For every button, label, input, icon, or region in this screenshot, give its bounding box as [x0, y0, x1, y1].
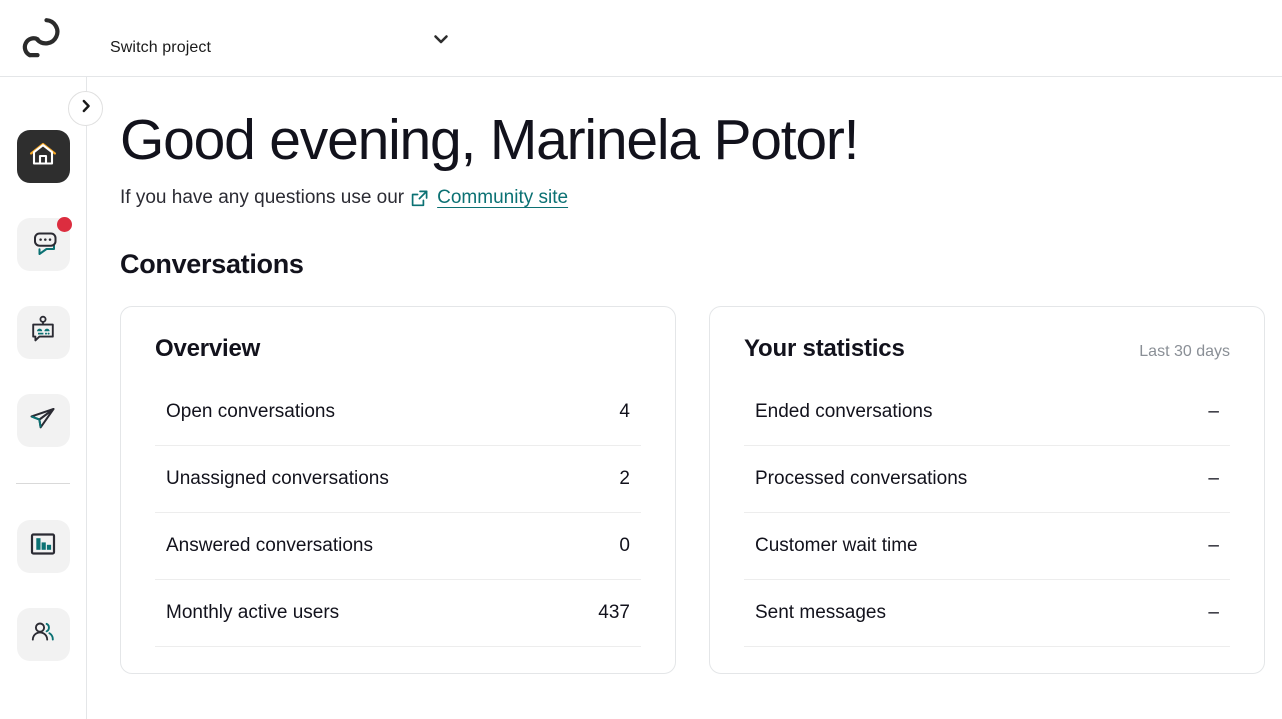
sidebar-divider: [16, 483, 70, 484]
stat-value: 437: [598, 602, 630, 624]
paper-plane-icon: [26, 401, 60, 440]
stat-label: Customer wait time: [755, 535, 918, 557]
stat-value: 4: [619, 401, 630, 423]
sidebar-item-chatbot[interactable]: [16, 306, 70, 359]
table-row: Answered conversations 0: [155, 513, 641, 581]
stat-value: –: [1208, 602, 1219, 624]
home-icon: [27, 138, 59, 175]
stat-label: Unassigned conversations: [166, 468, 389, 490]
stat-value: 0: [619, 535, 630, 557]
unread-badge: [56, 217, 72, 232]
help-line: If you have any questions use our Commun…: [120, 187, 1282, 209]
stats-cards: Overview Open conversations 4 Unassigned…: [120, 306, 1282, 675]
bar-chart-icon: [28, 529, 58, 564]
statistics-card: Your statistics Last 30 days Ended conve…: [709, 306, 1265, 675]
sidebar-item-messages[interactable]: [16, 217, 72, 271]
statistics-card-subtitle: Last 30 days: [1139, 343, 1230, 361]
overview-card-header: Overview: [155, 335, 641, 363]
statistics-card-title: Your statistics: [744, 335, 905, 363]
chatbot-icon: [27, 314, 59, 351]
stat-label: Ended conversations: [755, 401, 933, 423]
chevron-down-icon: [431, 23, 451, 54]
project-switcher-label: Switch project: [110, 39, 211, 56]
help-line-text: If you have any questions use our: [120, 187, 405, 209]
sidebar-item-analytics[interactable]: [16, 520, 70, 573]
sidebar-collapse-toggle[interactable]: [68, 91, 103, 126]
stat-label: Sent messages: [755, 602, 886, 624]
sidebar-item-campaigns[interactable]: [16, 394, 70, 447]
main-content: Good evening, Marinela Potor! If you hav…: [87, 77, 1282, 719]
table-row: Open conversations 4: [155, 379, 641, 447]
userlike-logo-icon: [22, 18, 60, 58]
stat-label: Monthly active users: [166, 602, 340, 624]
table-row: Sent messages –: [744, 580, 1230, 648]
sidebar: [0, 77, 103, 719]
sidebar-item-home[interactable]: [16, 130, 70, 183]
project-switcher[interactable]: Switch project: [76, 0, 451, 77]
stat-value: –: [1208, 468, 1219, 490]
stat-value: –: [1208, 401, 1219, 423]
sidebar-item-contacts[interactable]: [16, 608, 70, 661]
page-title: Good evening, Marinela Potor!: [120, 108, 860, 172]
stat-label: Answered conversations: [166, 535, 373, 557]
stat-value: –: [1208, 535, 1219, 557]
table-row: Customer wait time –: [744, 513, 1230, 581]
table-row: Unassigned conversations 2: [155, 446, 641, 514]
stat-label: Processed conversations: [755, 468, 968, 490]
overview-card: Overview Open conversations 4 Unassigned…: [120, 306, 676, 675]
table-row: Processed conversations –: [744, 446, 1230, 514]
community-site-link[interactable]: Community site: [437, 187, 568, 209]
stat-label: Open conversations: [166, 401, 335, 423]
section-title-conversations: Conversations: [120, 249, 304, 280]
stat-value: 2: [619, 468, 630, 490]
table-row: Monthly active users 437: [155, 580, 641, 648]
statistics-card-header: Your statistics Last 30 days: [744, 335, 1230, 363]
users-icon: [27, 616, 59, 653]
chat-bubbles-icon: [26, 225, 60, 264]
external-link-icon: [410, 189, 429, 208]
chevron-right-icon: [78, 98, 94, 119]
top-bar: Switch project: [0, 0, 1282, 77]
table-row: Ended conversations –: [744, 379, 1230, 447]
app-logo[interactable]: [0, 0, 76, 77]
overview-card-title: Overview: [155, 335, 261, 363]
